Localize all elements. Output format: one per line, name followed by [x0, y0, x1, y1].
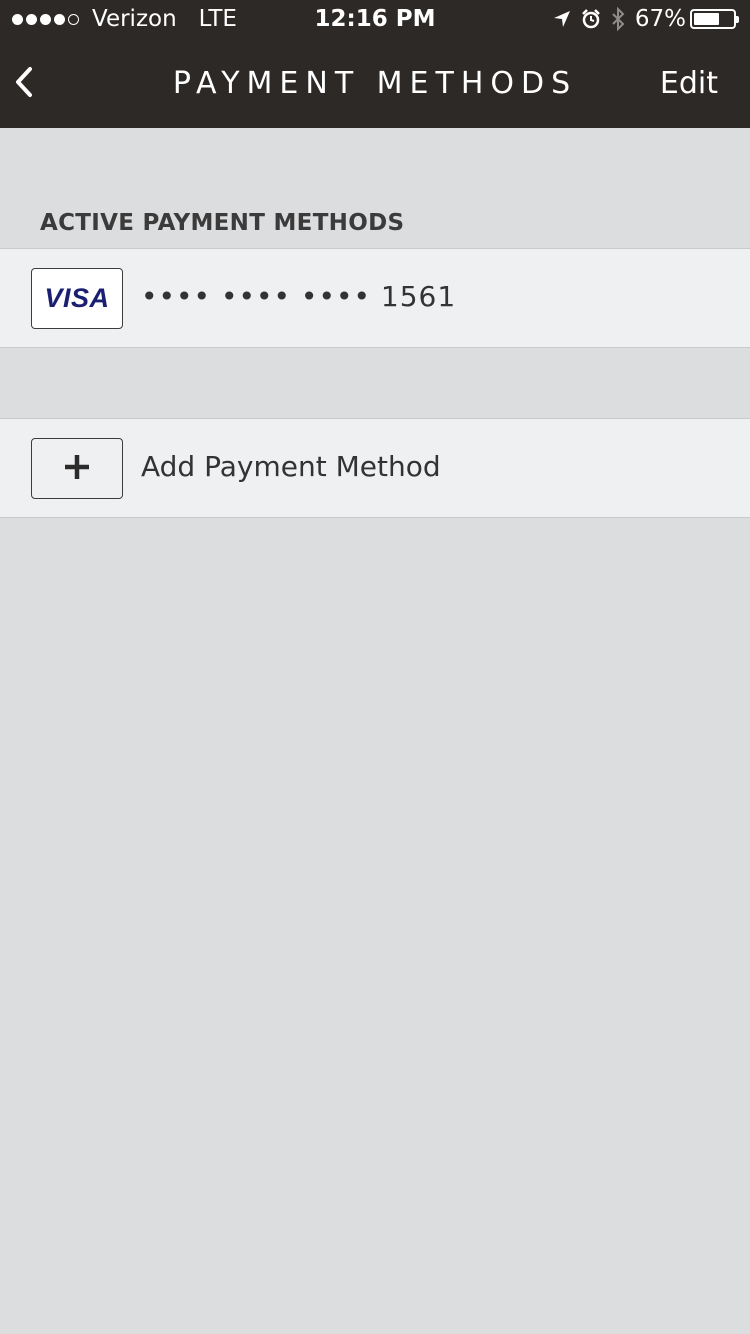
status-bar: Verizon LTE 12:16 PM 67%: [0, 0, 750, 40]
status-right: 67%: [553, 6, 739, 32]
battery-percent: 67%: [634, 6, 686, 32]
location-arrow-icon: [553, 10, 571, 28]
visa-logo-text: VISA: [44, 283, 110, 313]
visa-card-logo: VISA: [31, 268, 123, 329]
page-title: PAYMENT METHODS: [172, 66, 578, 101]
section-header-active-payment-methods: ACTIVE PAYMENT METHODS: [40, 210, 405, 236]
battery-icon: [690, 9, 739, 29]
bluetooth-icon: [611, 7, 625, 31]
add-icon-box: [31, 438, 123, 499]
payment-method-row[interactable]: VISA •••• •••• •••• 1561: [0, 248, 750, 348]
add-payment-method-button[interactable]: Add Payment Method: [0, 418, 750, 518]
masked-card-number: •••• •••• •••• 1561: [141, 280, 457, 313]
add-payment-method-label: Add Payment Method: [141, 450, 441, 483]
edit-button[interactable]: Edit: [660, 66, 718, 101]
navigation-bar: PAYMENT METHODS Edit: [0, 40, 750, 128]
alarm-clock-icon: [581, 9, 601, 29]
plus-icon: [63, 453, 91, 485]
